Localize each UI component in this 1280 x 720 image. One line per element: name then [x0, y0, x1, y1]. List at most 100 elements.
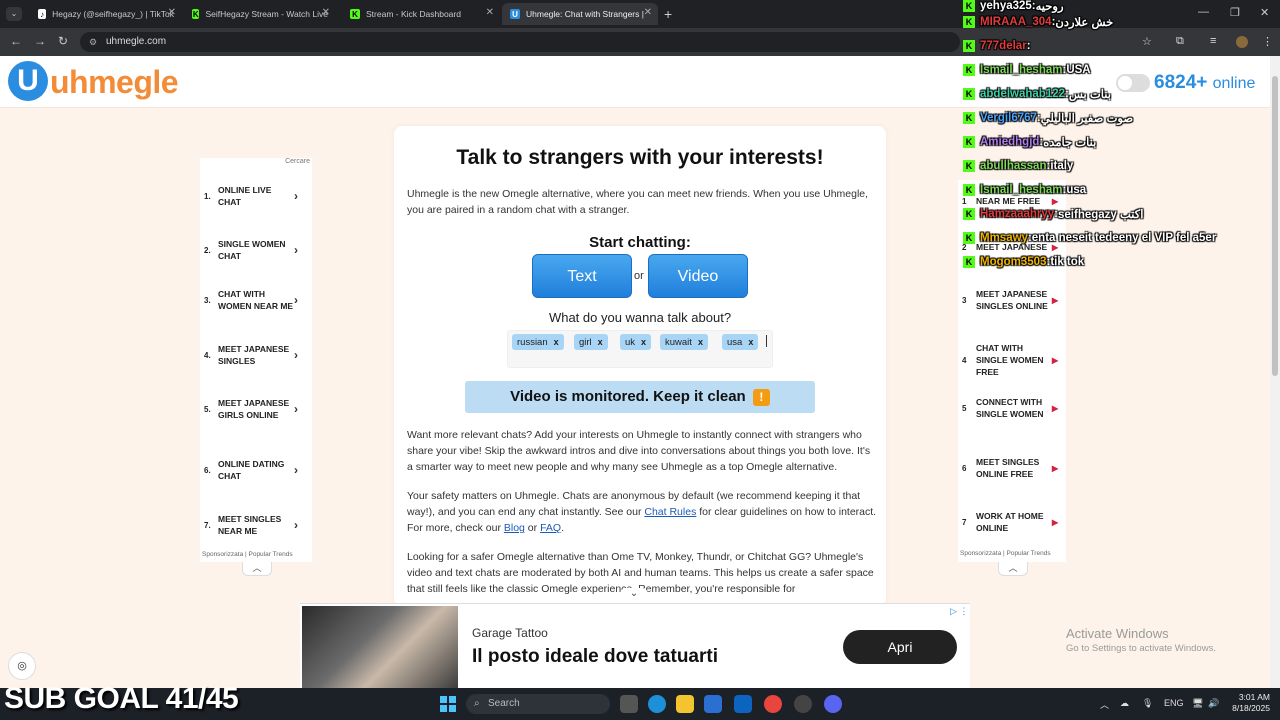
- chat-username[interactable]: yehya325: [980, 0, 1032, 12]
- chat-username[interactable]: Ismail_hesham: [980, 184, 1062, 196]
- chat-username[interactable]: Mmsawy: [980, 232, 1028, 244]
- window-close-icon[interactable]: ✕: [1260, 6, 1269, 19]
- chat-username[interactable]: abdelwahab122: [980, 88, 1065, 100]
- remove-tag-icon[interactable]: x: [698, 337, 703, 347]
- chat-username[interactable]: 777delar: [980, 40, 1027, 52]
- ad-item-number: 5.: [204, 404, 211, 414]
- extensions-icon[interactable]: ⧉: [1176, 35, 1184, 48]
- close-icon[interactable]: ✕: [322, 7, 330, 18]
- ad-item[interactable]: 6. ONLINE DATING CHAT ›: [204, 458, 304, 482]
- language-indicator[interactable]: ENG: [1164, 698, 1184, 708]
- bottom-ad-collapse-button[interactable]: ⌄: [620, 588, 648, 602]
- remove-tag-icon[interactable]: x: [554, 337, 559, 347]
- chat-username[interactable]: Mogom3503: [980, 256, 1046, 268]
- interest-tag: kuwait x: [660, 334, 708, 350]
- ad-item[interactable]: 2. SINGLE WOMEN CHAT ›: [204, 238, 304, 262]
- chat-username[interactable]: abullhassan: [980, 160, 1046, 172]
- video-chat-button[interactable]: Video: [648, 254, 748, 298]
- main-card: Talk to strangers with your interests! U…: [394, 126, 886, 606]
- scrollbar-thumb[interactable]: [1272, 76, 1278, 376]
- ad-footer[interactable]: Sponsorizzata | Popular Trends: [202, 551, 293, 558]
- cookie-settings-icon[interactable]: ◎: [8, 652, 36, 680]
- interests-input[interactable]: russian x girl x uk x kuwait x usa x: [507, 330, 773, 368]
- chat-username[interactable]: Amiedhgjd: [980, 136, 1039, 148]
- ad-cta-button[interactable]: Apri: [843, 630, 957, 664]
- right-ad-collapse-button[interactable]: ︿: [998, 562, 1028, 576]
- file-explorer-icon[interactable]: [676, 695, 694, 713]
- chat-username[interactable]: Hamzaaahryy: [980, 208, 1054, 220]
- close-icon[interactable]: ✕: [168, 7, 176, 18]
- tray-cloud-icon[interactable]: ☁: [1120, 698, 1129, 709]
- store-icon[interactable]: [704, 695, 722, 713]
- chrome-icon[interactable]: [764, 695, 782, 713]
- ad-item[interactable]: 5. MEET JAPANESE GIRLS ONLINE ›: [204, 397, 304, 421]
- close-icon[interactable]: ✕: [644, 7, 652, 18]
- menu-kebab-icon[interactable]: ⋮: [1262, 35, 1273, 48]
- bottom-ad-banner[interactable]: ▷ ⋮ Garage Tattoo Il posto ideale dove t…: [300, 603, 970, 690]
- site-info-icon[interactable]: ⚙: [89, 32, 97, 52]
- remove-tag-icon[interactable]: x: [748, 337, 753, 347]
- back-icon[interactable]: ←: [10, 34, 22, 48]
- ad-item[interactable]: 7 WORK AT HOME ONLINE ▸: [962, 510, 1062, 534]
- tray-chevron-icon[interactable]: ︿: [1100, 698, 1109, 711]
- logo-text[interactable]: uhmegle: [50, 64, 179, 101]
- ad-item[interactable]: 5 CONNECT WITH SINGLE WOMEN ▸: [962, 396, 1062, 420]
- discord-icon[interactable]: [824, 695, 842, 713]
- ad-image[interactable]: [302, 606, 458, 690]
- ad-item[interactable]: 4 CHAT WITH SINGLE WOMEN FREE ▸: [962, 342, 1062, 378]
- microphone-icon[interactable]: 🎙: [1142, 698, 1153, 709]
- ad-choices-icon[interactable]: ▷ ⋮: [950, 606, 968, 617]
- tab-kick-stream[interactable]: K SeifHegazy Stream - Watch Live ✕: [184, 3, 336, 25]
- chat-username[interactable]: Ismail_hesham: [980, 64, 1062, 76]
- page-scrollbar[interactable]: [1270, 56, 1280, 688]
- remove-tag-icon[interactable]: x: [641, 337, 646, 347]
- new-tab-button[interactable]: +: [664, 6, 672, 22]
- forward-icon[interactable]: →: [34, 34, 46, 48]
- kick-icon: K: [963, 0, 975, 12]
- interest-tag: girl x: [574, 334, 608, 350]
- ad-item-label: MEET SINGLES NEAR ME: [218, 514, 282, 536]
- blog-link[interactable]: Blog: [504, 522, 525, 534]
- task-view-icon[interactable]: [620, 695, 638, 713]
- bookmark-star-icon[interactable]: ☆: [1142, 35, 1152, 48]
- ad-item[interactable]: 1. ONLINE LIVE CHAT ›: [204, 184, 304, 208]
- tab-kick-dashboard[interactable]: K Stream - Kick Dashboard ✕: [342, 3, 500, 25]
- ad-headline[interactable]: Il posto ideale dove tatuarti: [472, 646, 718, 668]
- remove-tag-icon[interactable]: x: [598, 337, 603, 347]
- reload-icon[interactable]: ↻: [58, 34, 68, 48]
- minimize-icon[interactable]: —: [1198, 6, 1209, 18]
- chat-username[interactable]: MIRAAA_304: [980, 16, 1052, 28]
- taskbar-search[interactable]: ⌕ Search: [466, 694, 610, 714]
- media-icon[interactable]: ≡: [1210, 35, 1216, 47]
- outlook-icon[interactable]: [734, 695, 752, 713]
- taskbar-clock[interactable]: 3:01 AM 8/18/2025: [1222, 692, 1270, 714]
- ad-item[interactable]: 6 MEET SINGLES ONLINE FREE ▸: [962, 456, 1062, 480]
- edge-icon[interactable]: [648, 695, 666, 713]
- text-chat-button[interactable]: Text: [532, 254, 632, 298]
- tab-uhmegle[interactable]: U Uhmegle: Chat with Strangers | ✕: [502, 3, 658, 25]
- chat-username[interactable]: Vergil6767: [980, 112, 1037, 124]
- profile-avatar[interactable]: [1236, 36, 1248, 48]
- faq-link[interactable]: FAQ: [540, 522, 561, 534]
- windows-start-icon[interactable]: [440, 696, 456, 712]
- ad-item[interactable]: 4. MEET JAPANESE SINGLES ›: [204, 343, 304, 367]
- ad-item[interactable]: 7. MEET SINGLES NEAR ME ›: [204, 513, 304, 537]
- chat-text: USA: [1066, 64, 1091, 76]
- network-icon[interactable]: 🖥: [1192, 698, 1203, 709]
- ad-item[interactable]: 3. CHAT WITH WOMEN NEAR ME ›: [204, 288, 304, 312]
- tab-search-dropdown[interactable]: ⌄: [6, 7, 22, 21]
- ad-footer[interactable]: Sponsorizzata | Popular Trends: [960, 550, 1051, 557]
- tab-tiktok[interactable]: ♪ Hegazy (@seifhegazy_) | TikTok ✕: [30, 3, 182, 25]
- chevron-right-icon: ▸: [1052, 461, 1059, 475]
- chat-rules-link[interactable]: Chat Rules: [644, 506, 696, 518]
- left-ad-collapse-button[interactable]: ︿: [242, 562, 272, 576]
- ad-item[interactable]: 3 MEET JAPANESE SINGLES ONLINE ▸: [962, 288, 1062, 312]
- address-bar[interactable]: ⚙ uhmegle.com: [80, 32, 960, 52]
- uhmegle-logo-icon[interactable]: U: [8, 61, 48, 101]
- maximize-icon[interactable]: ❐: [1230, 6, 1240, 19]
- close-icon[interactable]: ✕: [486, 7, 494, 18]
- volume-icon[interactable]: 🔊: [1208, 698, 1219, 709]
- kick-icon: K: [963, 208, 975, 220]
- obs-icon[interactable]: [794, 695, 812, 713]
- theme-toggle[interactable]: [1116, 74, 1150, 92]
